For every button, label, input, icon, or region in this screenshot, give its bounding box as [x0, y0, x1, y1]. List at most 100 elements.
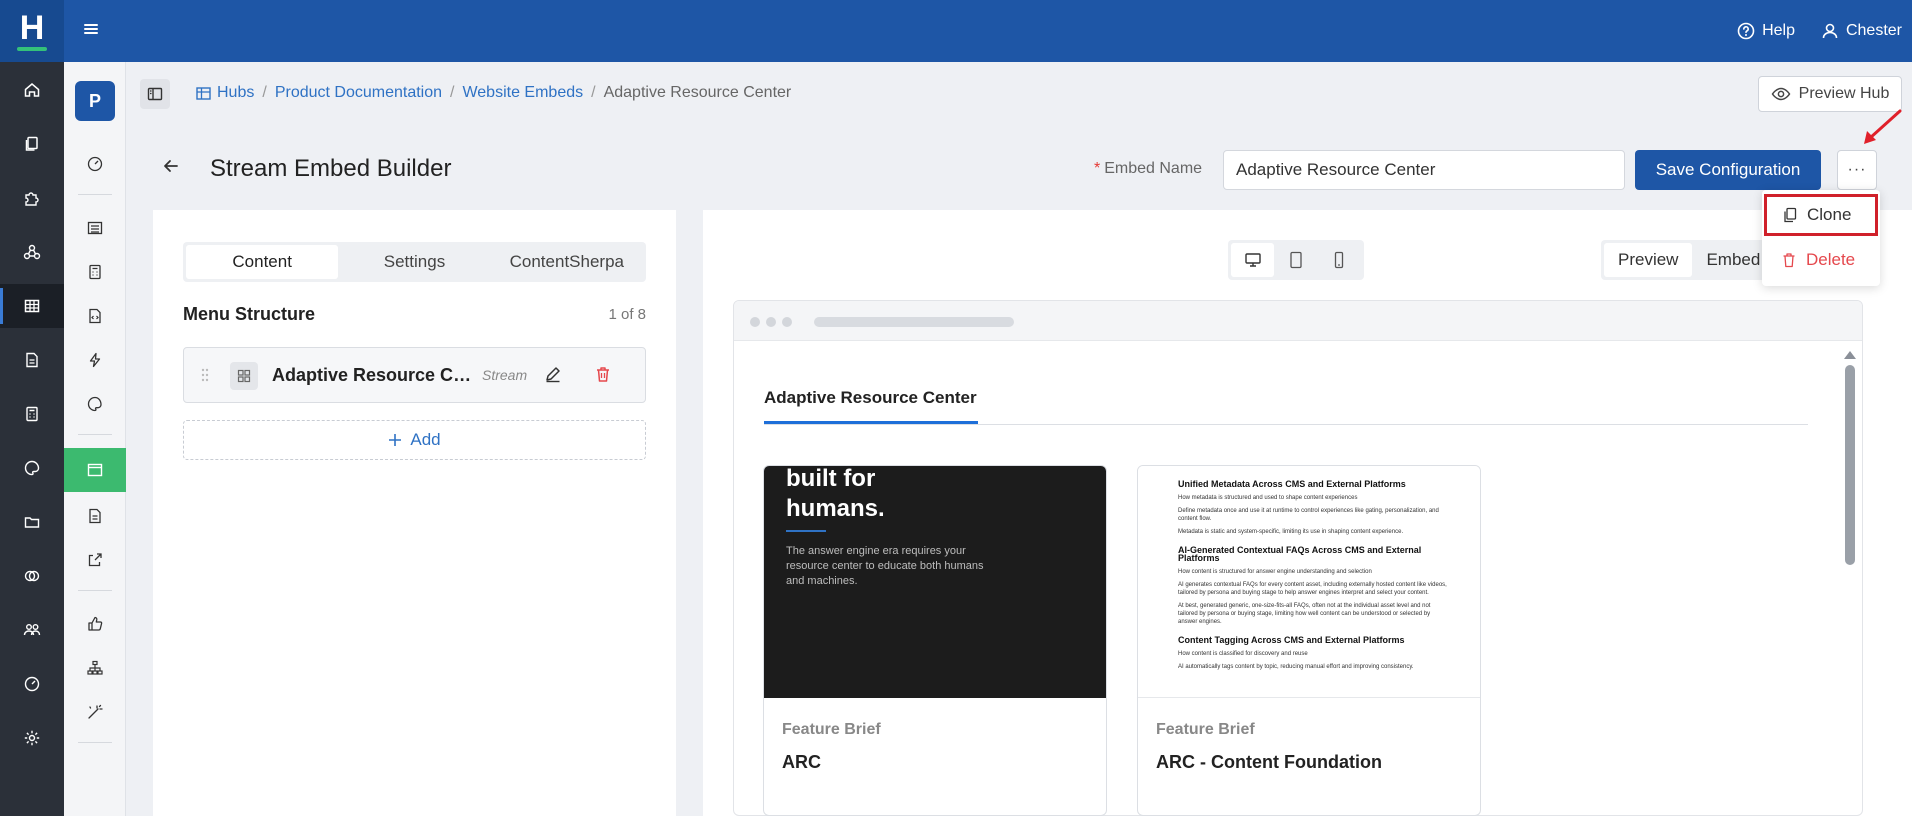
- embed-window-icon[interactable]: [64, 448, 126, 492]
- breadcrumb-bar: Hubs / Product Documentation / Website E…: [126, 62, 1912, 124]
- content-card-arc[interactable]: built for humans. The answer engine era …: [763, 465, 1107, 816]
- desktop-icon[interactable]: [1231, 243, 1275, 277]
- document-icon[interactable]: [64, 496, 126, 536]
- tab-content[interactable]: Content: [186, 245, 339, 279]
- scroll-thumb[interactable]: [1845, 365, 1855, 565]
- user-icon: [1822, 23, 1838, 39]
- primary-nav-rail: [0, 62, 64, 816]
- magic-wand-icon[interactable]: [64, 692, 126, 732]
- save-configuration-button[interactable]: Save Configuration: [1635, 150, 1821, 190]
- delete-trash-icon[interactable]: [594, 365, 612, 383]
- sitemap-icon[interactable]: [64, 648, 126, 688]
- doc-line: Define metadata once and use it at runti…: [1178, 508, 1439, 522]
- grid-hub-icon[interactable]: [0, 284, 64, 328]
- menu-item[interactable]: Adaptive Resource Center Stream: [183, 347, 646, 403]
- tab-settings[interactable]: Settings: [338, 245, 490, 279]
- card-title: ARC: [782, 752, 821, 772]
- doc-line: How content is classified for discovery …: [1178, 651, 1308, 657]
- network-icon[interactable]: [0, 230, 64, 274]
- code-file-icon[interactable]: [64, 296, 126, 336]
- breadcrumb-link-hubs[interactable]: Hubs: [196, 84, 254, 102]
- address-bar: [814, 317, 1014, 327]
- share-icon[interactable]: [64, 540, 126, 580]
- sidebar-divider: [78, 194, 112, 195]
- sidebar-divider: [78, 434, 112, 435]
- embed-name-input[interactable]: [1223, 150, 1625, 190]
- tab-contentsherpa[interactable]: ContentSherpa: [491, 245, 643, 279]
- brand-logo[interactable]: H: [0, 0, 64, 62]
- annotation-arrow-icon: [1864, 109, 1902, 144]
- clone-label: Clone: [1807, 205, 1852, 224]
- config-tabs: Content Settings ContentSherpa: [183, 242, 646, 282]
- preview-hub-button[interactable]: Preview Hub: [1758, 76, 1902, 112]
- menu-item-label: Adaptive Resource Center: [272, 365, 472, 385]
- card-thumbnail: Unified Metadata Across CMS and External…: [1138, 466, 1480, 698]
- preview-scrollbar[interactable]: [1844, 351, 1856, 811]
- calculator-icon[interactable]: [0, 392, 64, 436]
- tablet-icon[interactable]: [1274, 243, 1317, 277]
- drag-handle-icon[interactable]: [200, 367, 210, 383]
- help-button[interactable]: Help: [1737, 22, 1795, 40]
- grid-icon: [230, 362, 258, 390]
- breadcrumb: Hubs / Product Documentation / Website E…: [196, 84, 791, 102]
- sidebar-divider: [78, 742, 112, 743]
- card-title: ARC - Content Foundation: [1156, 752, 1382, 772]
- copy-icon: [1784, 207, 1797, 223]
- back-arrow-icon[interactable]: [162, 157, 180, 175]
- delete-menu-item[interactable]: Delete: [1762, 240, 1880, 280]
- add-menu-item-button[interactable]: Add: [183, 420, 646, 460]
- users-icon[interactable]: [0, 608, 64, 652]
- content-card-arc-content-foundation[interactable]: Unified Metadata Across CMS and External…: [1137, 465, 1481, 816]
- edit-pencil-icon[interactable]: [544, 365, 562, 383]
- page-title: Stream Embed Builder: [210, 155, 452, 182]
- palette-icon[interactable]: [64, 384, 126, 424]
- calculator-icon[interactable]: [64, 252, 126, 292]
- more-options-button[interactable]: ···: [1837, 150, 1877, 190]
- puzzle-icon[interactable]: [0, 176, 64, 220]
- clone-menu-item[interactable]: Clone: [1764, 194, 1878, 236]
- panel-toggle-icon[interactable]: [140, 79, 170, 109]
- help-label: Help: [1762, 22, 1795, 39]
- sidebar-divider: [78, 590, 112, 591]
- window-dot: [782, 317, 792, 327]
- more-options-dropdown: Clone Delete: [1762, 190, 1880, 286]
- lightning-icon[interactable]: [64, 340, 126, 380]
- menu-count: 1 of 8: [608, 306, 646, 323]
- doc-heading: Content Tagging Across CMS and External …: [1178, 635, 1405, 645]
- doc-line: How metadata is structured and used to s…: [1178, 495, 1358, 501]
- user-menu-button[interactable]: Chester: [1821, 22, 1902, 40]
- documents-icon[interactable]: [0, 122, 64, 166]
- eye-icon: [1771, 87, 1791, 101]
- mobile-icon[interactable]: [1318, 243, 1361, 277]
- table-icon: [196, 86, 211, 100]
- workspace-avatar[interactable]: P: [75, 81, 115, 121]
- top-bar: H Help Chester: [0, 0, 1912, 62]
- menu-structure-title: Menu Structure: [183, 304, 316, 324]
- home-icon[interactable]: [0, 68, 64, 112]
- breadcrumb-separator: /: [450, 84, 455, 101]
- integrations-icon[interactable]: [0, 554, 64, 598]
- thumbnail-rule: [786, 530, 826, 532]
- thumbs-up-icon[interactable]: [64, 604, 126, 644]
- file-icon[interactable]: [0, 338, 64, 382]
- hamburger-menu-icon[interactable]: [80, 18, 102, 40]
- embed-tab-arc[interactable]: Adaptive Resource Center: [764, 388, 977, 408]
- card-category: Feature Brief: [782, 721, 881, 738]
- content-config-panel: Content Settings ContentSherpa Menu Stru…: [153, 210, 676, 816]
- breadcrumb-separator: /: [262, 84, 267, 101]
- thumbnail-heading: built for humans.: [786, 466, 885, 522]
- dashboard-icon[interactable]: [0, 662, 64, 706]
- breadcrumb-link-website-embeds[interactable]: Website Embeds: [462, 84, 583, 102]
- scroll-up-arrow-icon[interactable]: [1844, 351, 1856, 359]
- settings-gear-icon[interactable]: [0, 716, 64, 760]
- analytics-icon[interactable]: [64, 144, 126, 184]
- palette-icon[interactable]: [0, 446, 64, 490]
- list-icon[interactable]: [64, 208, 126, 248]
- breadcrumb-current: Adaptive Resource Center: [603, 84, 792, 101]
- add-label: Add: [410, 430, 441, 449]
- breadcrumb-link-product-documentation[interactable]: Product Documentation: [275, 84, 442, 102]
- tab-preview[interactable]: Preview: [1604, 243, 1693, 277]
- folder-icon[interactable]: [0, 500, 64, 544]
- logo-swoosh: [17, 47, 47, 51]
- preview-hub-label: Preview Hub: [1798, 85, 1890, 102]
